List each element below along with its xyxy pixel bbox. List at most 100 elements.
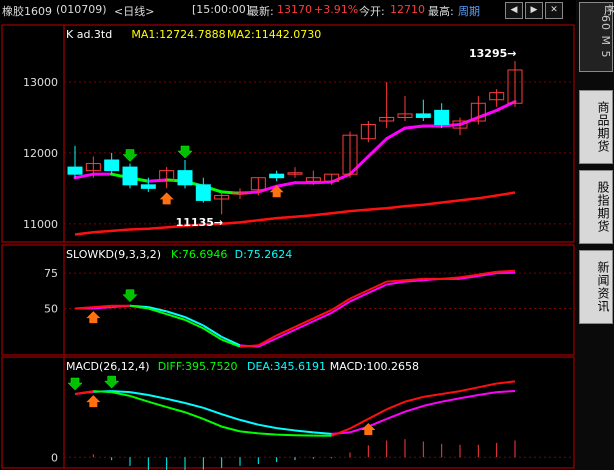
high-label: 最高:: [428, 5, 454, 18]
ma1-segment: [348, 154, 370, 176]
k-segment: [239, 344, 259, 348]
diff-segment: [166, 406, 186, 414]
candle-body: [415, 113, 431, 118]
diff-segment: [148, 400, 167, 409]
slowkd-panel: 50 75 SLOWKD(9,3,3,2) K:76.6946 D:75.2624: [44, 248, 572, 348]
price-annotation: 11135→: [176, 216, 224, 229]
dea-segment: [184, 402, 204, 409]
dea-segment: [313, 431, 332, 435]
latest-label: 最新:: [248, 5, 274, 18]
dea-segment: [386, 410, 406, 420]
legend-entry: MACD:100.2658: [330, 360, 419, 373]
diff-segment: [441, 390, 461, 395]
dea-segment: [166, 397, 186, 404]
y-tick-label: 50: [44, 303, 58, 316]
ma1-segment: [311, 180, 334, 185]
diff-segment: [478, 382, 497, 389]
panel-title: K ad.3td: [66, 28, 112, 41]
k-segment: [496, 269, 516, 273]
k-segment: [386, 279, 406, 283]
signal-up-icon: [86, 395, 101, 408]
legend-entry: DEA:345.6191: [247, 360, 326, 373]
diff-segment: [276, 433, 296, 437]
prev-button[interactable]: ◀: [505, 2, 523, 19]
diff-segment: [184, 411, 204, 420]
open-label: 今开:: [359, 5, 385, 18]
k-segment: [74, 306, 94, 310]
dea-segment: [294, 429, 314, 434]
close-button[interactable]: ✕: [545, 2, 563, 19]
y-tick-label: 75: [44, 267, 58, 280]
time-label: [15:00:00]: [192, 3, 250, 16]
y-tick-label: 13000: [23, 76, 58, 89]
ma1-segment: [476, 108, 499, 119]
candle-body: [434, 109, 450, 126]
y-tick-label: 12000: [23, 147, 58, 160]
macd-panel: 0 MACD(26,12,4) DIFF:395.7520 DEA:345.6191 M…: [51, 360, 572, 470]
dea-segment: [203, 406, 222, 416]
latest-price: 13170: [277, 3, 312, 16]
diff-segment: [367, 408, 388, 420]
diff-segment: [202, 418, 223, 428]
panel-frame: [1, 356, 575, 469]
candle-body: [140, 184, 156, 189]
tab-news[interactable]: 新闻资讯: [579, 250, 613, 324]
chart-area[interactable]: 11000 12000 13000 K ad.3td MA1:12724.7888 MA2…: [0, 20, 576, 470]
candle-body: [269, 173, 285, 179]
legend-entry: D:75.2624: [235, 248, 293, 261]
next-button[interactable]: ▶: [525, 2, 543, 19]
legend-entry: MA1:12724.7888: [131, 28, 225, 41]
dea-segment: [258, 423, 277, 430]
diff-segment: [258, 432, 277, 436]
y-tick-label: 0: [51, 451, 58, 464]
diff-segment: [239, 430, 259, 435]
quote-header: 橡胶1609 (010709) <日线> [15:00:00] 最新: 1317…: [0, 0, 575, 20]
signal-down-icon: [177, 145, 193, 159]
candle-body: [122, 166, 138, 186]
price-annotation: 13295→: [469, 47, 517, 60]
diff-segment: [496, 380, 516, 385]
dea-segment: [129, 391, 149, 396]
signal-up-icon: [159, 192, 174, 205]
sidebar: 60 M 5 商品期货 股指期货 新闻资讯 序: [576, 0, 614, 470]
dea-segment: [221, 413, 241, 421]
diff-segment: [459, 386, 479, 393]
panel-title: SLOWKD(9,3,3,2): [66, 248, 161, 261]
dea-segment: [239, 418, 259, 426]
signal-down-icon: [104, 375, 120, 389]
diff-segment: [386, 400, 406, 411]
k-segment: [93, 304, 112, 309]
candle-body: [195, 184, 211, 201]
tab-partial[interactable]: 序: [604, 2, 614, 18]
tab-index-futures[interactable]: 股指期货: [579, 170, 613, 244]
period-label: <日线>: [114, 5, 155, 18]
diff-segment: [74, 390, 94, 395]
candle-body: [104, 159, 120, 172]
k-segment: [441, 276, 461, 280]
dea-segment: [276, 427, 296, 432]
kline-panel: 11000 12000 13000 K ad.3td MA1:12724.7888 MA2…: [23, 28, 572, 236]
signal-up-icon: [86, 311, 101, 324]
diff-segment: [221, 425, 241, 433]
ma1-segment: [403, 124, 425, 130]
dea-segment: [496, 390, 516, 394]
dea-segment: [441, 397, 461, 403]
ma1-segment: [73, 172, 95, 180]
panel-frame: [1, 244, 575, 356]
period-link[interactable]: 周期: [458, 3, 480, 19]
symbol-name: 橡胶1609: [2, 5, 52, 18]
candle-body: [177, 170, 193, 186]
signal-down-icon: [122, 289, 138, 303]
tab-commodity-futures[interactable]: 商品期货: [579, 90, 613, 164]
diff-segment: [423, 393, 442, 398]
ma2-line: [74, 191, 516, 236]
k-segment: [404, 277, 424, 282]
diff-segment: [404, 395, 424, 403]
diff-segment: [129, 394, 149, 403]
signal-down-icon: [67, 377, 83, 391]
ma1-segment: [366, 137, 389, 158]
dea-segment: [423, 400, 442, 407]
dea-segment: [478, 391, 497, 396]
ma1-segment: [385, 126, 407, 141]
dea-segment: [404, 404, 424, 413]
